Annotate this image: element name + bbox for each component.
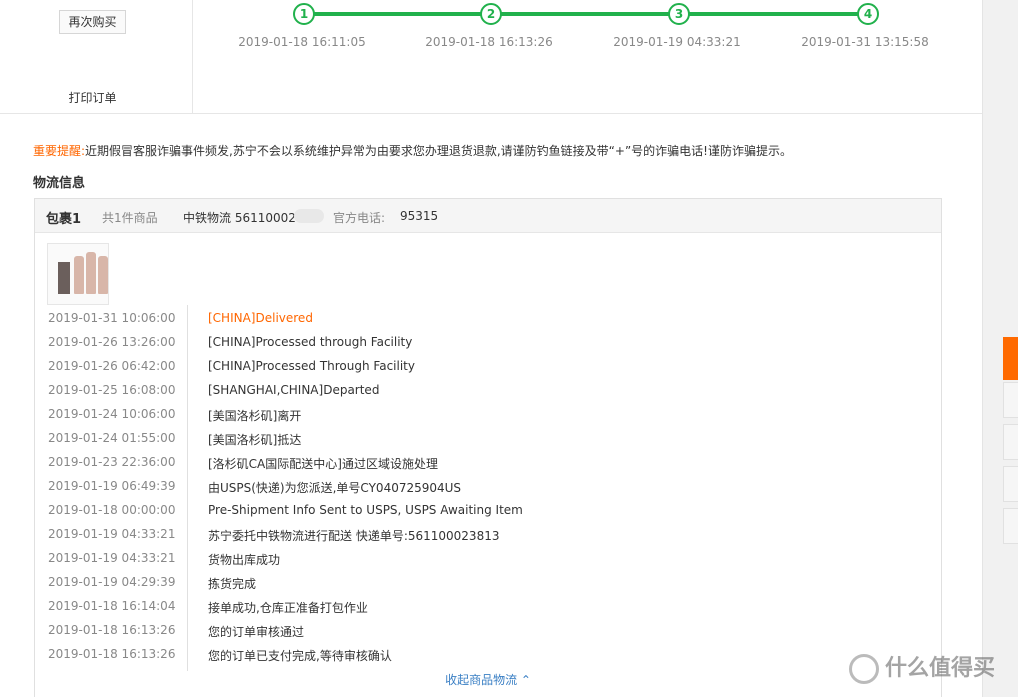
event-description: 苏宁委托中铁物流进行配送 快递单号:561100023813 [208, 529, 500, 543]
event-time: 2019-01-19 06:49:39 [48, 479, 176, 493]
event-time: 2019-01-18 00:00:00 [48, 503, 176, 517]
logistics-event-row: 2019-01-24 01:55:00 [美国洛杉矶]抵达 [35, 431, 941, 455]
event-description: 货物出库成功 [208, 553, 281, 567]
logistics-event-row: 2019-01-18 00:00:00 Pre-Shipment Info Sen… [35, 503, 941, 527]
step-4-circle: 4 [857, 3, 879, 25]
event-description: [美国洛杉矶]离开 [208, 409, 302, 423]
event-description: [CHINA]Delivered [208, 311, 313, 325]
event-time: 2019-01-25 16:08:00 [48, 383, 176, 397]
notice-label: 重要提醒: [33, 144, 86, 158]
side-tool-button-4[interactable] [1003, 508, 1018, 544]
event-description: [CHINA]Processed through Facility [208, 335, 413, 349]
event-time: 2019-01-31 10:06:00 [48, 311, 176, 325]
logistics-event-row: 2019-01-26 13:26:00 [CHINA]Processed thro… [35, 335, 941, 359]
event-description: [洛杉矶CA国际配送中心]通过区域设施处理 [208, 457, 438, 471]
product-box-shape [58, 262, 70, 294]
package-box: 包裹1 共1件商品 中铁物流 56110002 官方电话: 95315 2019… [34, 198, 942, 697]
fraud-notice: 重要提醒:近期假冒客服诈骗事件频发,苏宁不会以系统维护异常为由要求您办理退货退款… [33, 142, 792, 159]
event-time: 2019-01-24 01:55:00 [48, 431, 176, 445]
event-time: 2019-01-19 04:29:39 [48, 575, 176, 589]
event-description: 接单成功,仓库正准备打包作业 [208, 601, 368, 615]
event-description: Pre-Shipment Info Sent to USPS, USPS Awa… [208, 503, 523, 517]
side-tool-button-2[interactable] [1003, 424, 1018, 460]
side-float-tab[interactable] [1003, 337, 1018, 380]
side-tool-button-1[interactable] [1003, 382, 1018, 418]
event-time: 2019-01-19 04:33:21 [48, 551, 176, 565]
logistics-event-row: 2019-01-18 16:14:04 接单成功,仓库正准备打包作业 [35, 599, 941, 623]
event-time: 2019-01-18 16:13:26 [48, 623, 176, 637]
logistics-event-row: 2019-01-25 16:08:00 [SHANGHAI,CHINA]Depar… [35, 383, 941, 407]
logistics-event-row: 2019-01-19 04:29:39 拣货完成 [35, 575, 941, 599]
package-header: 包裹1 共1件商品 中铁物流 56110002 官方电话: 95315 [35, 199, 941, 233]
order-detail-page: 再次购买 打印订单 1 2 3 4 2019-01-18 16:11:05 20… [0, 0, 982, 697]
step-3-circle: 3 [668, 3, 690, 25]
event-time: 2019-01-26 06:42:00 [48, 359, 176, 373]
event-description: 拣货完成 [208, 577, 257, 591]
package-item-count: 共1件商品 [102, 211, 158, 225]
logistics-event-row: 2019-01-24 10:06:00 [美国洛杉矶]离开 [35, 407, 941, 431]
event-time: 2019-01-18 16:14:04 [48, 599, 176, 613]
logistics-title: 物流信息 [33, 176, 86, 191]
carrier-phone: 95315 [400, 209, 439, 223]
progress-track [304, 12, 869, 16]
step-4-time: 2019-01-31 13:15:58 [801, 35, 929, 49]
event-time: 2019-01-23 22:36:00 [48, 455, 176, 469]
logistics-event-row: 2019-01-19 06:49:39 由USPS(快递)为您派送,单号CY040… [35, 479, 941, 503]
watermark-text: 什么值得买 [885, 656, 996, 681]
notice-text: 近期假冒客服诈骗事件频发,苏宁不会以系统维护异常为由要求您办理退货退款,请谨防钓… [85, 144, 792, 158]
event-description: [美国洛杉矶]抵达 [208, 433, 302, 447]
logistics-event-row: 2019-01-18 16:13:26 您的订单审核通过 [35, 623, 941, 647]
logistics-event-row: 2019-01-31 10:06:00 [CHINA]Delivered [35, 311, 941, 335]
order-progress-panel: 再次购买 打印订单 1 2 3 4 2019-01-18 16:11:05 20… [0, 0, 982, 114]
event-time: 2019-01-18 16:13:26 [48, 647, 176, 661]
package-name: 包裹1 [46, 212, 82, 227]
watermark-logo-icon [849, 654, 879, 684]
logistics-event-row: 2019-01-19 04:33:21 苏宁委托中铁物流进行配送 快递单号:561… [35, 527, 941, 551]
step-1-time: 2019-01-18 16:11:05 [238, 35, 366, 49]
event-description: 您的订单已支付完成,等待审核确认 [208, 649, 392, 663]
order-actions: 再次购买 打印订单 [0, 0, 193, 114]
step-3-time: 2019-01-19 04:33:21 [613, 35, 741, 49]
event-description: 您的订单审核通过 [208, 625, 305, 639]
redacted-tracking-blur [294, 209, 324, 223]
event-time: 2019-01-24 10:06:00 [48, 407, 176, 421]
print-order-link[interactable]: 打印订单 [0, 89, 185, 106]
step-1-circle: 1 [293, 3, 315, 25]
phone-label: 官方电话: [333, 211, 386, 225]
carrier-tracking: 中铁物流 56110002 [183, 211, 296, 225]
event-time: 2019-01-26 13:26:00 [48, 335, 176, 349]
logistics-event-row: 2019-01-18 16:13:26 您的订单已支付完成,等待审核确认 [35, 647, 941, 671]
event-time: 2019-01-19 04:33:21 [48, 527, 176, 541]
logistics-event-row: 2019-01-23 22:36:00 [洛杉矶CA国际配送中心]通过区域设施处理 [35, 455, 941, 479]
step-2-time: 2019-01-18 16:13:26 [425, 35, 553, 49]
logistics-event-row: 2019-01-19 04:33:21 货物出库成功 [35, 551, 941, 575]
product-image-icon[interactable] [47, 243, 109, 305]
logistics-event-row: 2019-01-26 06:42:00 [CHINA]Processed Thro… [35, 359, 941, 383]
event-description: 由USPS(快递)为您派送,单号CY040725904US [208, 481, 462, 495]
event-description: [CHINA]Processed Through Facility [208, 359, 415, 373]
rebuy-button[interactable]: 再次购买 [59, 10, 126, 34]
event-description: [SHANGHAI,CHINA]Departed [208, 383, 380, 397]
step-2-circle: 2 [480, 3, 502, 25]
side-tool-button-3[interactable] [1003, 466, 1018, 502]
collapse-logistics-link[interactable]: 收起商品物流 ⌃ [35, 671, 941, 688]
